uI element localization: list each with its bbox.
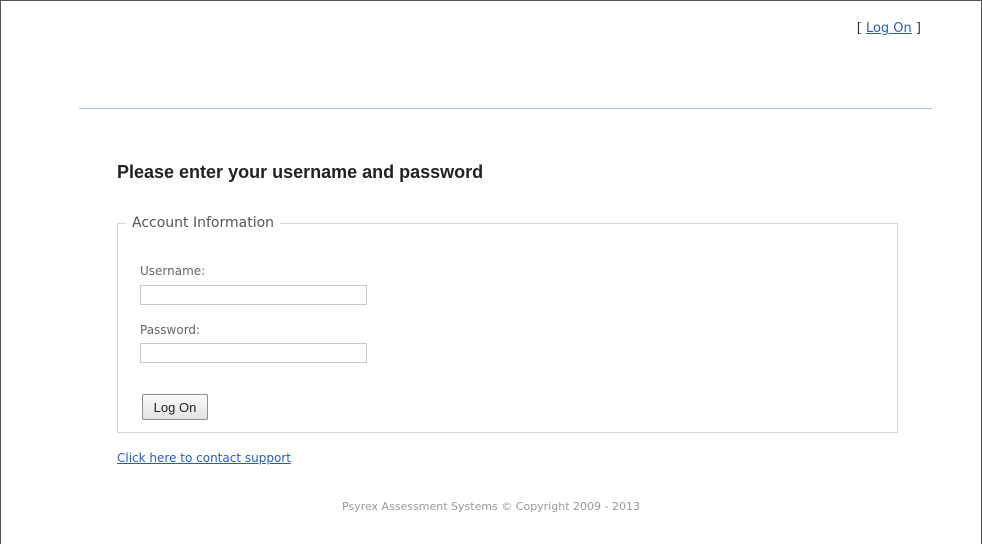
password-input[interactable] [140, 343, 367, 363]
password-label: Password: [140, 323, 201, 337]
logon-submit-button[interactable]: Log On [142, 394, 208, 420]
page-frame: [ Log On ] Please enter your username an… [0, 0, 982, 544]
login-bracket-close: ] [911, 21, 921, 36]
login-display: [ Log On ] [857, 21, 921, 36]
footer-copyright: Psyrex Assessment Systems © Copyright 20… [342, 500, 640, 513]
username-label: Username: [140, 264, 206, 278]
account-information-fieldset: Account Information Username: Password: … [117, 215, 898, 433]
username-input[interactable] [140, 285, 367, 305]
fieldset-legend: Account Information [132, 215, 275, 231]
contact-support-link[interactable]: Click here to contact support [117, 451, 291, 465]
header-logon-link[interactable]: Log On [866, 21, 912, 36]
login-bracket-open: [ [856, 21, 866, 36]
page-title: Please enter your username and password [117, 162, 484, 182]
header-divider [79, 108, 932, 109]
